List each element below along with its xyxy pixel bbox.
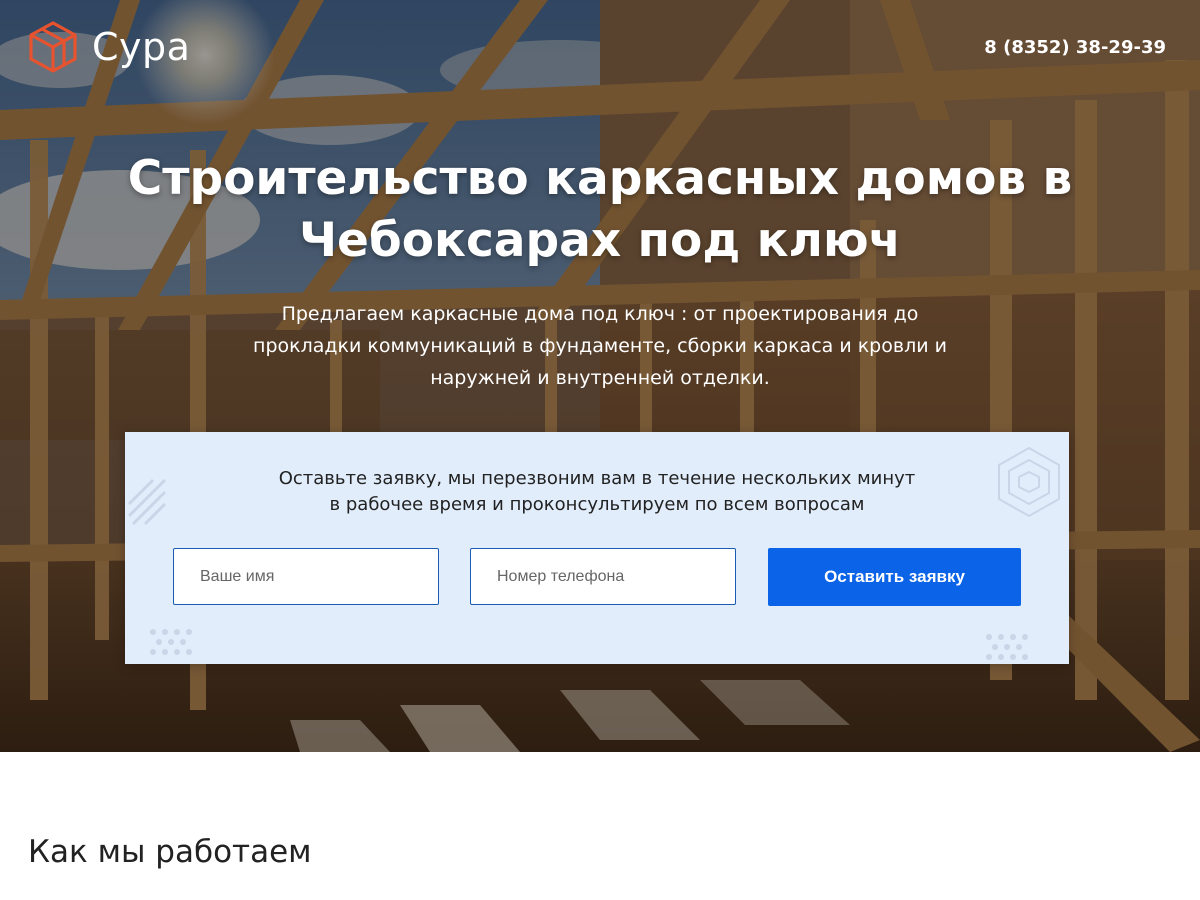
callback-form: Оставьте заявку, мы перезвоним вам в теч… [125,432,1069,664]
site-header: Сура 8 (8352) 38-29-39 [0,0,1200,96]
header-phone-link[interactable]: 8 (8352) 38-29-39 [984,37,1166,58]
form-description: Оставьте заявку, мы перезвоним вам в теч… [125,466,1069,518]
name-input[interactable] [173,548,439,605]
form-description-line2: в рабочее время и проконсультируем по вс… [329,494,865,515]
form-description-line1: Оставьте заявку, мы перезвоним вам в теч… [278,468,916,489]
logo[interactable]: Сура [26,20,190,74]
hero-section: Сура 8 (8352) 38-29-39 Строительство кар… [0,0,1200,752]
phone-input[interactable] [470,548,736,605]
hero-subtitle: Предлагаем каркасные дома под ключ : от … [253,303,947,389]
submit-request-button[interactable]: Оставить заявку [768,548,1021,606]
how-we-work-title: Как мы работаем [28,834,312,870]
logo-icon [29,21,77,73]
hero-title: Строительство каркасных домов в Чебоксар… [127,151,1073,268]
logo-text: Сура [92,25,191,69]
